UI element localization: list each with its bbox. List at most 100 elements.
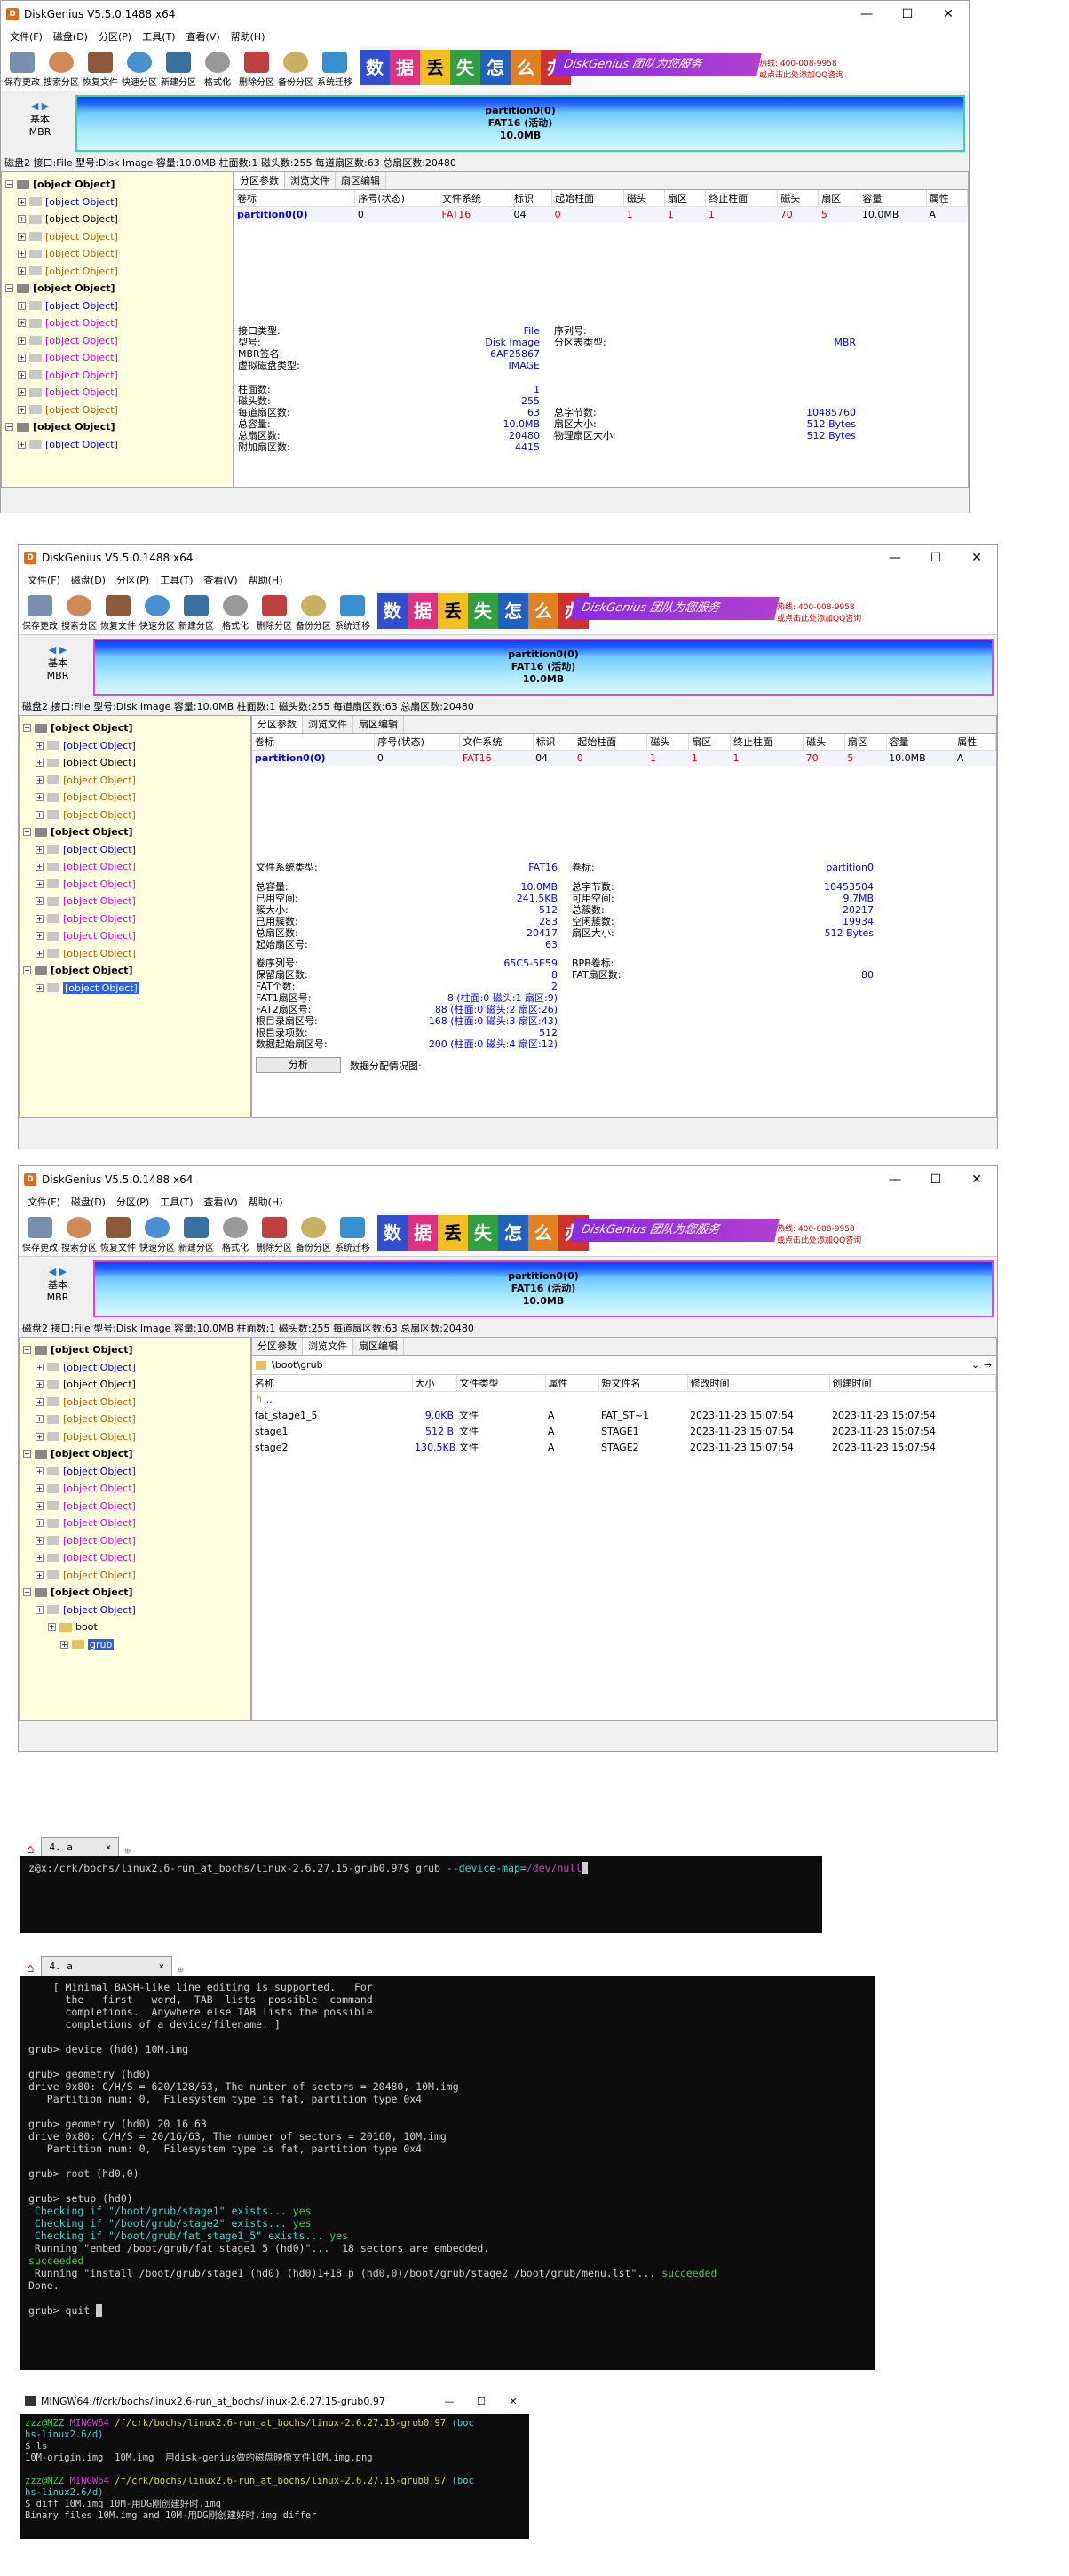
expand-toggle-icon[interactable]: + <box>36 1519 44 1528</box>
tree-node[interactable]: + [object Object] <box>20 927 250 945</box>
tree-node[interactable]: + [object Object] <box>2 211 233 228</box>
terminal-output[interactable]: zzz@MZZ MINGW64 /f/crk/bochs/linux2.6-ru… <box>20 2414 529 2525</box>
tree-node[interactable]: − [object Object] <box>20 962 250 980</box>
partition-block[interactable]: partition0(0) FAT16 (活动) 10.0MB <box>75 95 965 152</box>
save-button[interactable]: 保存更改 <box>3 52 42 91</box>
home-icon[interactable]: ⌂ <box>27 1961 34 1976</box>
expand-toggle-icon[interactable]: + <box>36 1605 44 1614</box>
expand-toggle-icon[interactable]: − <box>5 284 13 293</box>
expand-toggle-icon[interactable]: − <box>23 1588 31 1597</box>
column-header[interactable]: 终止柱面 <box>730 734 804 751</box>
file-row[interactable]: stage2 130.5KB 文件 A STAGE2 2023-11-23 15:07:5… <box>252 1439 996 1455</box>
recover-files-button[interactable]: 恢复文件 <box>81 52 120 91</box>
column-header[interactable]: 名称 <box>252 1375 413 1392</box>
disk-tree[interactable]: − [object Object] + [object Object] + [object… <box>19 715 251 1118</box>
tree-node[interactable]: + [object Object] <box>2 228 233 246</box>
menu-help[interactable]: 帮助(H) <box>243 573 289 587</box>
quick-partition-button[interactable]: 快速分区 <box>138 1217 177 1256</box>
delete-partition-button[interactable]: 删除分区 <box>237 52 276 91</box>
disk-tree[interactable]: − [object Object] + [object Object] + [object… <box>19 1337 251 1721</box>
tree-node[interactable]: + [object Object] <box>20 945 250 963</box>
expand-toggle-icon[interactable]: + <box>36 1467 44 1475</box>
menu-file[interactable]: 文件(F) <box>4 29 48 44</box>
expand-toggle-icon[interactable]: + <box>36 983 44 992</box>
expand-toggle-icon[interactable]: + <box>36 1415 44 1424</box>
menu-partition[interactable]: 分区(P) <box>111 573 154 587</box>
tree-node[interactable]: + [object Object] <box>20 1428 250 1446</box>
column-header[interactable]: 属性 <box>954 734 996 751</box>
terminal-output[interactable]: [ Minimal BASH-like line editing is supp… <box>20 1976 875 2322</box>
column-header[interactable]: 扇区 <box>688 734 731 751</box>
maximize-icon[interactable]: ☐ <box>887 7 928 21</box>
tree-node[interactable]: + [object Object] <box>20 1359 250 1377</box>
column-header[interactable]: 磁头 <box>777 190 820 207</box>
expand-toggle-icon[interactable]: + <box>18 250 26 258</box>
expand-toggle-icon[interactable]: − <box>23 1346 31 1355</box>
tree-node[interactable]: + [object Object] <box>20 858 250 876</box>
column-header[interactable]: 容量 <box>886 734 955 751</box>
tree-node[interactable]: − [object Object] <box>20 1341 250 1359</box>
expand-toggle-icon[interactable]: + <box>48 1623 56 1632</box>
menu-file[interactable]: 文件(F) <box>22 1195 66 1209</box>
column-header[interactable]: 修改时间 <box>687 1375 830 1392</box>
column-header[interactable]: 容量 <box>859 190 927 207</box>
expand-toggle-icon[interactable]: − <box>5 423 13 432</box>
expand-toggle-icon[interactable]: − <box>23 724 31 733</box>
nav-arrows-icon[interactable]: ◀ ▶ <box>4 100 75 112</box>
expand-toggle-icon[interactable]: + <box>60 1640 68 1649</box>
expand-toggle-icon[interactable]: + <box>36 897 44 906</box>
tab-partition-params[interactable]: 分区参数 <box>252 1338 303 1355</box>
search-partition-button[interactable]: 搜索分区 <box>59 1217 99 1256</box>
system-migrate-button[interactable]: 系统迁移 <box>315 52 354 91</box>
tree-node[interactable]: + [object Object] <box>2 263 233 281</box>
column-header[interactable]: 创建时间 <box>829 1375 996 1392</box>
expand-toggle-icon[interactable]: + <box>18 405 26 414</box>
tree-node[interactable]: − [object Object] <box>20 1584 250 1602</box>
chevron-down-icon[interactable]: ⌄ <box>971 1359 984 1371</box>
system-migrate-button[interactable]: 系统迁移 <box>333 1217 372 1256</box>
expand-toggle-icon[interactable]: + <box>36 845 44 854</box>
expand-toggle-icon[interactable]: + <box>36 863 44 871</box>
menu-partition[interactable]: 分区(P) <box>93 29 137 44</box>
ad-banner[interactable]: 数据丢失怎么办 DiskGenius 团队为您服务 <box>360 46 762 89</box>
menu-tools[interactable]: 工具(T) <box>154 573 198 587</box>
expand-toggle-icon[interactable]: + <box>36 914 44 923</box>
search-partition-button[interactable]: 搜索分区 <box>59 595 99 634</box>
ad-banner[interactable]: 数据丢失怎么办 DiskGenius 团队为您服务 <box>377 590 780 632</box>
terminal-tab[interactable]: 4. a × <box>41 1956 173 1976</box>
new-tab-icon[interactable]: ⊕ <box>178 1964 184 1976</box>
column-header[interactable]: 标识 <box>511 190 553 207</box>
column-header[interactable]: 扇区 <box>664 190 707 207</box>
expand-toggle-icon[interactable]: − <box>5 180 13 189</box>
tree-node[interactable]: + [object Object] <box>20 876 250 894</box>
expand-toggle-icon[interactable]: + <box>36 775 44 784</box>
expand-toggle-icon[interactable]: − <box>23 828 31 837</box>
close-icon[interactable]: ✕ <box>497 2396 529 2407</box>
tree-node[interactable]: + [object Object] <box>20 807 250 824</box>
search-partition-button[interactable]: 搜索分区 <box>42 52 81 91</box>
menu-help[interactable]: 帮助(H) <box>226 29 271 44</box>
tab-partition-params[interactable]: 分区参数 <box>234 172 285 189</box>
tree-node[interactable]: − [object Object] <box>2 280 233 298</box>
new-tab-icon[interactable]: ⊕ <box>124 1845 131 1856</box>
minimize-icon[interactable]: — <box>875 1173 915 1187</box>
terminal-tab[interactable]: 4. a × <box>41 1837 120 1856</box>
expand-toggle-icon[interactable]: + <box>18 197 26 206</box>
column-header[interactable]: 磁头 <box>623 190 666 207</box>
maximize-icon[interactable]: ☐ <box>465 2396 497 2407</box>
expand-toggle-icon[interactable]: + <box>36 793 44 802</box>
tree-node[interactable]: + [object Object] <box>20 1463 250 1481</box>
expand-toggle-icon[interactable]: + <box>18 440 26 449</box>
expand-toggle-icon[interactable]: + <box>36 1501 44 1510</box>
menu-disk[interactable]: 磁盘(D) <box>66 1195 111 1209</box>
column-header[interactable]: 起始柱面 <box>551 190 625 207</box>
nav-arrows-icon[interactable]: ◀ ▶ <box>22 1266 93 1277</box>
tree-node[interactable]: − [object Object] <box>20 720 250 737</box>
tree-node[interactable]: + [object Object] <box>2 402 233 419</box>
tab-browse-files[interactable]: 浏览文件 <box>303 716 353 733</box>
tab-sector-edit[interactable]: 扇区编辑 <box>353 1338 404 1355</box>
expand-toggle-icon[interactable]: + <box>36 949 44 958</box>
tree-node[interactable]: + [object Object] <box>20 1394 250 1411</box>
expand-toggle-icon[interactable]: + <box>36 1380 44 1389</box>
column-header[interactable]: 序号(状态) <box>354 190 440 207</box>
